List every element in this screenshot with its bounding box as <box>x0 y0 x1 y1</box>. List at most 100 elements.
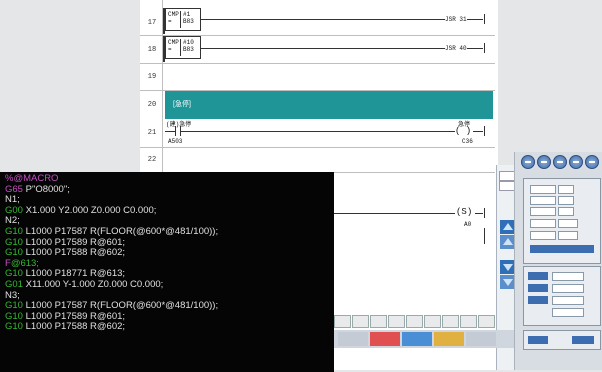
cmp-instruction-18[interactable]: CMP = #10 B83 <box>165 36 201 59</box>
param-field[interactable] <box>558 219 578 228</box>
param-field[interactable] <box>558 231 578 240</box>
param-field[interactable] <box>530 207 556 216</box>
wire <box>200 48 445 49</box>
ladder-tab[interactable] <box>406 315 423 328</box>
task-button[interactable] <box>434 332 464 346</box>
code-token: G10 <box>5 300 23 312</box>
task-button[interactable] <box>402 332 432 346</box>
ladder-tab[interactable] <box>370 315 387 328</box>
page-down-icon[interactable] <box>500 260 515 274</box>
param-field[interactable] <box>530 196 556 205</box>
ladder-tab-strip <box>334 315 500 346</box>
code-token: G10 <box>5 225 23 237</box>
code-token: G65 <box>5 183 23 195</box>
panel-button[interactable] <box>572 336 594 344</box>
set-coil[interactable]: (S) <box>456 207 472 217</box>
operand-1: #10 <box>183 39 194 46</box>
param-field[interactable] <box>552 308 584 317</box>
panel-button[interactable] <box>528 284 548 292</box>
code-token: L1000 P17588 R@602; <box>22 321 126 333</box>
ladder-tab[interactable] <box>334 315 351 328</box>
operand-1: #1 <box>183 11 191 18</box>
panel-button[interactable] <box>528 296 548 304</box>
code-token: L1000 P17589 R@601; <box>22 310 126 322</box>
rung-comment-bar[interactable]: [急停] <box>165 91 493 119</box>
panel-circle-icon[interactable] <box>521 155 535 169</box>
param-field[interactable] <box>552 296 584 305</box>
code-token: L1000 P17588 R@602; <box>22 247 126 259</box>
macro-code-editor[interactable]: %@MACRO G65 P"O8000"; N1; G00 X1.000 Y2.… <box>0 172 334 372</box>
operand-2: B83 <box>183 46 194 53</box>
jsr-coil-18[interactable]: JSR 40 <box>445 45 467 52</box>
task-button[interactable] <box>370 332 400 346</box>
wire <box>467 19 483 20</box>
param-field[interactable] <box>530 185 556 194</box>
scroll-down-icon[interactable] <box>500 275 515 289</box>
code-token: G10 <box>5 236 23 248</box>
code-token: L1000 P17589 R@601; <box>22 236 126 248</box>
right-rail-segment <box>484 208 485 218</box>
wire <box>181 131 455 132</box>
window-taskbar <box>334 330 514 348</box>
panel-circle-icon[interactable] <box>553 155 567 169</box>
cmp-instruction-17[interactable]: CMP = #1 B83 <box>165 8 201 31</box>
rung-number: 20 <box>147 101 157 109</box>
code-line: G00 X1.000 Y2.000 Z0.000 C0.000; <box>0 204 334 217</box>
rung-separator <box>140 63 495 64</box>
param-field[interactable] <box>552 284 584 293</box>
wire <box>200 19 445 20</box>
rung-comment-text: [急停] <box>173 101 191 108</box>
code-token: G10 <box>5 310 23 322</box>
panel-circle-icon[interactable] <box>569 155 583 169</box>
contact-symbol-left[interactable] <box>175 126 176 136</box>
param-field[interactable] <box>530 231 556 240</box>
panel-button[interactable] <box>528 336 548 344</box>
wire <box>165 131 175 132</box>
code-token: G00 <box>5 204 23 216</box>
panel-button[interactable] <box>528 272 548 280</box>
rung-number: 17 <box>147 19 157 27</box>
right-rail-segment <box>484 14 485 24</box>
code-token: X11.000 Y-1.000 Z0.000 C0.000; <box>22 278 164 290</box>
code-token: G10 <box>5 321 23 333</box>
task-button[interactable] <box>466 332 496 346</box>
code-token: N3; <box>5 289 20 301</box>
bottom-group <box>523 330 601 350</box>
scroll-up-icon[interactable] <box>500 220 515 234</box>
ladder-tab[interactable] <box>460 315 477 328</box>
ladder-tab[interactable] <box>388 315 405 328</box>
panel-circle-icon[interactable] <box>585 155 599 169</box>
set-coil-label: S <box>461 207 467 217</box>
rung-number: 18 <box>147 46 157 54</box>
coil-symbol[interactable]: ( ) <box>455 126 471 136</box>
code-token: N1; <box>5 194 20 206</box>
page-up-icon[interactable] <box>500 235 515 249</box>
code-token: G10 <box>5 268 23 280</box>
rung-separator <box>140 147 495 148</box>
ladder-tab[interactable] <box>352 315 369 328</box>
ladder-tab[interactable] <box>424 315 441 328</box>
right-rail-segment <box>484 126 485 136</box>
wire <box>467 48 483 49</box>
ladder-tab[interactable] <box>442 315 459 328</box>
task-button[interactable] <box>338 332 368 346</box>
parameter-group <box>523 178 601 264</box>
code-line: G01 X11.000 Y-1.000 Z0.000 C0.000; <box>0 278 334 291</box>
param-field[interactable] <box>558 196 574 205</box>
coil-address: C36 <box>462 138 473 145</box>
code-token: G10 <box>5 247 23 259</box>
instr-label: CMP = <box>168 39 179 53</box>
right-rail-segment <box>484 43 485 53</box>
ladder-tab[interactable] <box>478 315 495 328</box>
code-token: L1000 P17587 R(FLOOR(@600*@481/100)); <box>22 225 219 237</box>
jsr-coil-17[interactable]: JSR 31 <box>445 16 467 23</box>
param-field[interactable] <box>530 219 556 228</box>
panel-select-button[interactable] <box>530 245 594 253</box>
code-token: L1000 P18771 R@613; <box>22 268 126 280</box>
param-field[interactable] <box>552 272 584 281</box>
param-field[interactable] <box>558 207 574 216</box>
rung-number: 21 <box>147 129 157 137</box>
param-field[interactable] <box>558 185 574 194</box>
panel-circle-icon[interactable] <box>537 155 551 169</box>
code-token: G01 <box>5 278 23 290</box>
